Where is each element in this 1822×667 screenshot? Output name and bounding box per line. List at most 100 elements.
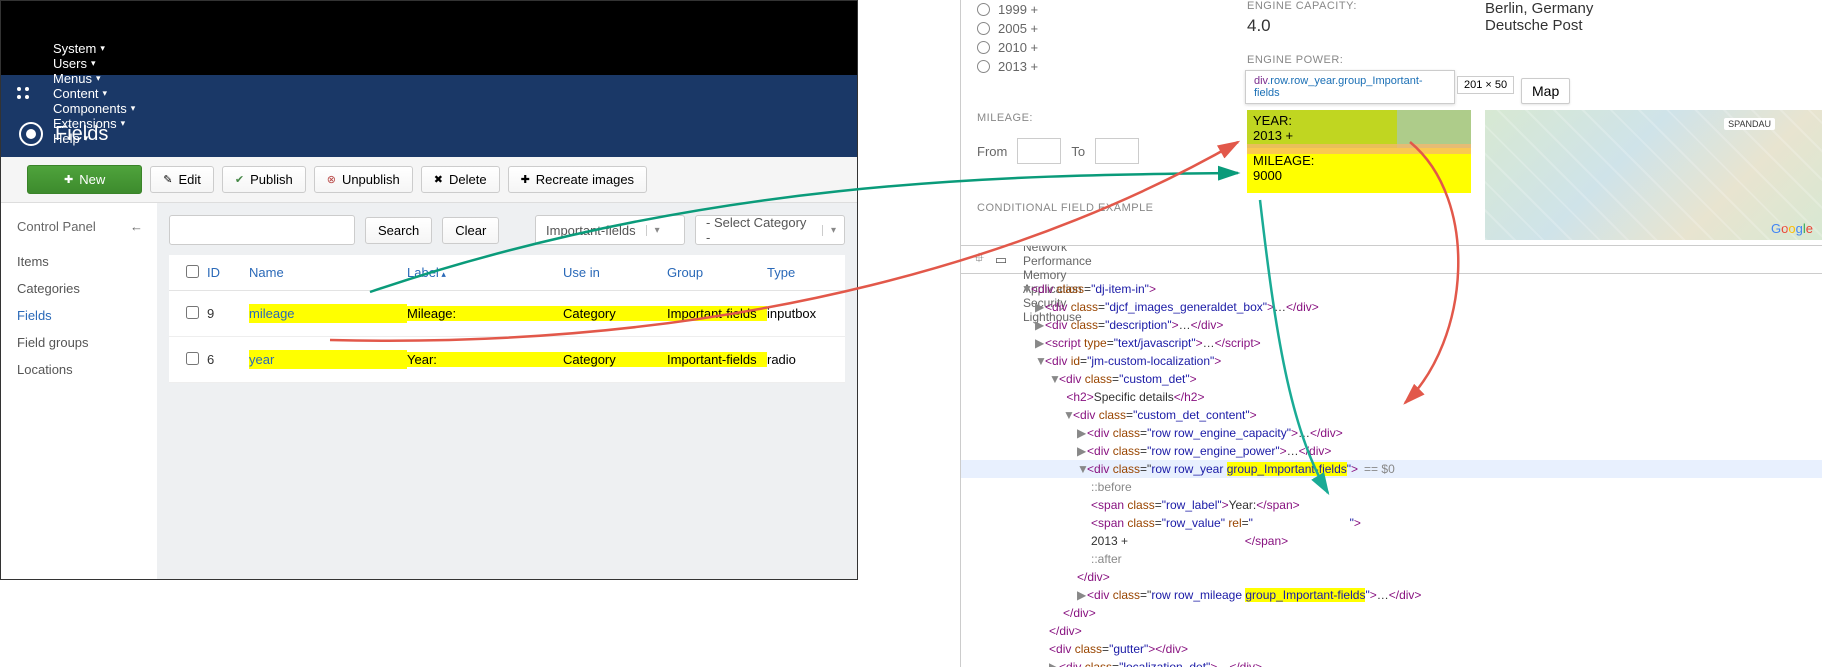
select-all-checkbox[interactable] — [186, 265, 199, 278]
radio-icon — [977, 3, 990, 16]
filter-row: Search Clear Important-fields▾ - Select … — [169, 215, 845, 245]
joomla-toolbar: ✚New ✎Edit ✔Publish ⊗Unpublish ✖Delete ✚… — [1, 157, 857, 203]
table-row: 9mileage Mileage:CategoryImportant-fields… — [169, 291, 845, 337]
year-value: 2013 + — [1253, 128, 1465, 143]
radio-option[interactable]: 2013 + — [977, 57, 1227, 76]
devtools-tab-performance[interactable]: Performance — [1013, 254, 1102, 268]
control-panel-label[interactable]: Control Panel — [17, 219, 96, 234]
row-checkbox[interactable] — [186, 306, 199, 319]
row-checkbox[interactable] — [186, 352, 199, 365]
engine-capacity-label: ENGINE CAPACITY: — [1247, 0, 1471, 12]
inspect-icon[interactable]: ⯐ — [969, 249, 989, 271]
plus-icon: ✚ — [64, 173, 73, 186]
col-type[interactable]: Type — [767, 265, 837, 280]
google-logo-icon: Google — [1771, 221, 1813, 236]
recreate-images-button[interactable]: ✚Recreate images — [508, 166, 648, 193]
radio-icon — [977, 22, 990, 35]
joomla-logo-icon — [13, 83, 33, 103]
map-marker-label: SPANDAU — [1724, 118, 1775, 130]
year-label: YEAR: — [1253, 113, 1465, 128]
device-toggle-icon[interactable]: ▭ — [991, 252, 1011, 268]
back-arrow-icon[interactable]: ← — [130, 219, 143, 234]
address-line-1: Berlin, Germany — [1485, 0, 1822, 17]
browser-panel: 1999 +2005 +2010 +2013 + MILEAGE: From T… — [960, 0, 1822, 667]
engine-capacity-value: 4.0 — [1247, 16, 1471, 36]
col-usein[interactable]: Use in — [563, 265, 667, 280]
col-id[interactable]: ID — [207, 265, 249, 280]
radio-label: 2010 + — [998, 40, 1038, 55]
delete-button[interactable]: ✖Delete — [421, 166, 500, 193]
search-button[interactable]: Search — [365, 217, 432, 244]
check-icon: ✔ — [235, 173, 244, 186]
map-widget[interactable]: SPANDAU Google — [1485, 110, 1822, 240]
mileage-filter-label: MILEAGE: — [977, 112, 1227, 124]
element-inspector-tooltip: div.row.row_year.group_Important-fields — [1245, 70, 1455, 104]
conditional-field-label: CONDITIONAL FIELD EXAMPLE — [977, 202, 1227, 214]
row-group: Important-fields — [667, 306, 767, 321]
menu-menus[interactable]: Menus ▾ — [43, 71, 145, 86]
col-name[interactable]: Name — [249, 265, 407, 280]
radio-label: 2013 + — [998, 59, 1038, 74]
row-usein: Category — [563, 352, 667, 367]
x-icon: ✖ — [434, 173, 443, 186]
col-group[interactable]: Group — [667, 265, 767, 280]
row-name-link[interactable]: mileage — [249, 304, 295, 323]
map-button[interactable]: Map — [1521, 78, 1570, 104]
sidebar-item-field-groups[interactable]: Field groups — [17, 329, 157, 356]
row-label: Mileage: — [407, 306, 563, 321]
page-title: Fields — [55, 123, 108, 146]
radio-option[interactable]: 2010 + — [977, 38, 1227, 57]
unpublish-button[interactable]: ⊗Unpublish — [314, 166, 413, 193]
joomla-main: Search Clear Important-fields▾ - Select … — [157, 203, 857, 579]
devtools-panel: ⯐ ▭ ElementsConsoleSourcesNetworkPerform… — [961, 246, 1822, 667]
devtools-dom-tree[interactable]: ▼<div class="dj-item-in"> ▶<div class="d… — [961, 274, 1822, 667]
publish-button[interactable]: ✔Publish — [222, 166, 306, 193]
search-input[interactable] — [169, 215, 355, 245]
caret-down-icon: ▾ — [131, 103, 136, 114]
clear-button[interactable]: Clear — [442, 217, 499, 244]
col-label[interactable]: Label ▴ — [407, 265, 563, 280]
edit-button[interactable]: ✎Edit — [150, 166, 214, 193]
joomla-sidebar: Control Panel ← ItemsCategoriesFieldsFie… — [1, 203, 157, 579]
caret-down-icon: ▾ — [103, 88, 108, 99]
mileage-from-input[interactable] — [1017, 138, 1061, 164]
radio-option[interactable]: 1999 + — [977, 0, 1227, 19]
new-button[interactable]: ✚New — [27, 165, 142, 194]
sidebar-item-categories[interactable]: Categories — [17, 275, 157, 302]
pencil-icon: ✎ — [163, 173, 172, 186]
caret-down-icon: ▾ — [121, 118, 126, 129]
mileage-to-input[interactable] — [1095, 138, 1139, 164]
row-type: radio — [767, 352, 837, 367]
menu-components[interactable]: Components ▾ — [43, 101, 145, 116]
sidebar-item-items[interactable]: Items — [17, 248, 157, 275]
radio-label: 1999 + — [998, 2, 1038, 17]
year-radio-group: 1999 + 2005 + 2010 + 2013 + — [977, 0, 1227, 76]
row-id: 9 — [207, 306, 249, 321]
group-select[interactable]: Important-fields▾ — [535, 215, 685, 245]
caret-down-icon: ▾ — [822, 225, 844, 236]
row-type: inputbox — [767, 306, 837, 321]
highlighted-detail-box: YEAR: 2013 + MILEAGE: 9000 — [1247, 110, 1471, 193]
menu-users[interactable]: Users ▾ — [43, 56, 145, 71]
table-row: 6yearYear:CategoryImportant-fieldsradio — [169, 337, 845, 383]
joomla-menubar: System ▾Users ▾Menus ▾Content ▾Component… — [1, 75, 857, 111]
page-preview: 1999 +2005 +2010 +2013 + MILEAGE: From T… — [961, 0, 1822, 246]
sidebar-item-locations[interactable]: Locations — [17, 356, 157, 383]
row-group: Important-fields — [667, 352, 767, 367]
to-label: To — [1071, 144, 1085, 159]
mileage-detail-value: 9000 — [1253, 168, 1465, 183]
sidebar-item-fields[interactable]: Fields — [17, 302, 157, 329]
category-select[interactable]: - Select Category -▾ — [695, 215, 845, 245]
engine-power-label: ENGINE POWER: — [1247, 54, 1471, 66]
menu-system[interactable]: System ▾ — [43, 41, 145, 56]
caret-down-icon: ▾ — [646, 225, 668, 236]
fields-table: ID Name Label ▴ Use in Group Type 9milea… — [169, 255, 845, 383]
caret-down-icon: ▾ — [91, 58, 96, 69]
menu-content[interactable]: Content ▾ — [43, 86, 145, 101]
devtools-tabs: ⯐ ▭ ElementsConsoleSourcesNetworkPerform… — [961, 246, 1822, 274]
radio-icon — [977, 41, 990, 54]
row-usein: Category — [563, 306, 667, 321]
plus-square-icon: ✚ — [521, 173, 530, 186]
row-name-link[interactable]: year — [249, 350, 274, 369]
radio-option[interactable]: 2005 + — [977, 19, 1227, 38]
